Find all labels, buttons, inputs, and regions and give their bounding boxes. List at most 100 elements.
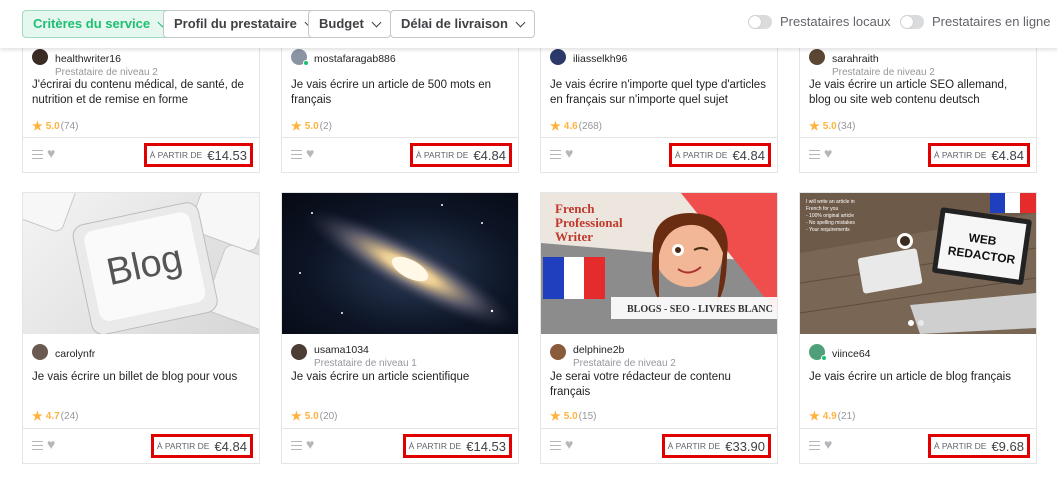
avatar[interactable] xyxy=(32,344,48,360)
avatar[interactable] xyxy=(550,49,566,65)
seller-profile-dropdown[interactable]: Profil du prestataire xyxy=(163,10,324,38)
menu-icon[interactable] xyxy=(550,441,561,450)
budget-label: Budget xyxy=(319,16,364,31)
price-prefix: À PARTIR DE xyxy=(156,441,210,451)
delivery-time-label: Délai de livraison xyxy=(401,16,508,31)
writer-text-line1: French xyxy=(555,201,595,216)
gig-card[interactable]: I will write an article in French for yo… xyxy=(799,192,1037,464)
gig-thumbnail[interactable]: I will write an article in French for yo… xyxy=(800,193,1036,334)
gig-card[interactable]: French Professional Writer BLOGS - SEO -… xyxy=(540,192,778,464)
avatar[interactable] xyxy=(809,344,827,361)
gig-card[interactable]: healthwriter16 Prestataire de niveau 2 J'… xyxy=(22,30,260,173)
heart-icon[interactable]: ♥ xyxy=(565,436,573,452)
seller-info: healthwriter16 Prestataire de niveau 2 xyxy=(32,49,158,79)
keyboard-image: Blog xyxy=(23,193,259,334)
review-count: (15) xyxy=(578,410,597,422)
seller-name[interactable]: viince64 xyxy=(832,348,871,360)
seller-name[interactable]: iliasselkh96 xyxy=(573,53,627,65)
writer-text-line3: Writer xyxy=(555,229,593,244)
rating-value: 5.0 xyxy=(304,410,319,422)
seller-level: Prestataire de niveau 2 xyxy=(573,358,676,369)
delivery-time-dropdown[interactable]: Délai de livraison xyxy=(390,10,535,38)
local-sellers-label: Prestataires locaux xyxy=(780,14,891,29)
gig-title[interactable]: Je vais écrire un article de blog frança… xyxy=(809,370,1029,385)
gig-card[interactable]: usama1034 Prestataire de niveau 1 Je vais… xyxy=(281,192,519,464)
seller-name[interactable]: healthwriter16 xyxy=(55,53,121,65)
gig-footer: ♥ À PARTIR DE €4.84 xyxy=(282,137,518,172)
heart-icon[interactable]: ♥ xyxy=(824,145,832,161)
gig-rating: ★ 4.6 (268) xyxy=(550,119,602,133)
gig-thumbnail[interactable] xyxy=(282,193,518,334)
gig-title[interactable]: Je serai votre rédacteur de contenu fran… xyxy=(550,370,770,400)
heart-icon[interactable]: ♥ xyxy=(306,145,314,161)
toggle-switch[interactable] xyxy=(900,14,924,29)
price-value: €14.53 xyxy=(207,147,247,163)
menu-icon[interactable] xyxy=(291,150,302,159)
heart-icon[interactable]: ♥ xyxy=(47,145,55,161)
price-value: €33.90 xyxy=(725,438,765,454)
seller-info: sarahraith Prestataire de niveau 2 xyxy=(809,49,935,79)
seller-name[interactable]: usama1034 xyxy=(314,344,369,356)
toggle-switch[interactable] xyxy=(748,14,772,29)
writer-image: French Professional Writer BLOGS - SEO -… xyxy=(541,193,777,334)
menu-icon[interactable] xyxy=(32,150,43,159)
avatar[interactable] xyxy=(550,344,566,360)
avatar[interactable] xyxy=(809,49,825,65)
gig-title[interactable]: Je vais écrire n'importe quel type d'art… xyxy=(550,78,770,108)
price-box[interactable]: À PARTIR DE €4.84 xyxy=(927,143,1030,167)
seller-info: usama1034 Prestataire de niveau 1 xyxy=(291,340,417,370)
menu-icon[interactable] xyxy=(809,150,820,159)
avatar[interactable] xyxy=(32,49,48,65)
avatar[interactable] xyxy=(291,344,307,360)
heart-icon[interactable]: ♥ xyxy=(306,436,314,452)
price-box[interactable]: À PARTIR DE €4.84 xyxy=(668,143,771,167)
price-box[interactable]: À PARTIR DE €14.53 xyxy=(143,143,253,167)
menu-icon[interactable] xyxy=(809,441,820,450)
heart-icon[interactable]: ♥ xyxy=(824,436,832,452)
carousel-dots[interactable] xyxy=(908,320,924,326)
price-value: €9.68 xyxy=(991,438,1024,454)
menu-icon[interactable] xyxy=(32,441,43,450)
service-criteria-dropdown[interactable]: Critères du service xyxy=(22,10,178,38)
menu-icon[interactable] xyxy=(550,150,561,159)
gig-title[interactable]: Je vais écrire un article scientifique xyxy=(291,370,511,385)
heart-icon[interactable]: ♥ xyxy=(47,436,55,452)
price-box[interactable]: À PARTIR DE €4.84 xyxy=(409,143,512,167)
gig-card[interactable]: Blog carolynfr Je vais écrire un billet … xyxy=(22,192,260,464)
svg-text:I will write an article in: I will write an article in xyxy=(806,199,855,205)
review-count: (268) xyxy=(578,120,603,132)
seller-name[interactable]: carolynfr xyxy=(55,348,95,360)
gig-title[interactable]: Je vais écrire un billet de blog pour vo… xyxy=(32,370,252,385)
price-box[interactable]: À PARTIR DE €9.68 xyxy=(927,434,1030,458)
gig-title[interactable]: Je vais écrire un article de 500 mots en… xyxy=(291,78,511,108)
gig-card[interactable]: sarahraith Prestataire de niveau 2 Je vai… xyxy=(799,30,1037,173)
star-icon: ★ xyxy=(809,409,820,423)
seller-name[interactable]: mostafaragab886 xyxy=(314,53,396,65)
gig-card[interactable]: mostafaragab886 Je vais écrire un articl… xyxy=(281,30,519,173)
carousel-dot-active[interactable] xyxy=(908,320,914,326)
filter-bar: Critères du service Profil du prestatair… xyxy=(0,0,1058,48)
carousel-dot[interactable] xyxy=(918,320,924,326)
seller-profile-label: Profil du prestataire xyxy=(174,16,297,31)
gig-card[interactable]: iliasselkh96 Je vais écrire n'importe qu… xyxy=(540,30,778,173)
gig-thumbnail[interactable]: Blog xyxy=(23,193,259,334)
gig-thumbnail[interactable]: French Professional Writer BLOGS - SEO -… xyxy=(541,193,777,334)
gig-title[interactable]: Je vais écrire un article SEO allemand, … xyxy=(809,78,1029,108)
price-box[interactable]: À PARTIR DE €4.84 xyxy=(150,434,253,458)
seller-name[interactable]: delphine2b xyxy=(573,344,624,356)
seller-name[interactable]: sarahraith xyxy=(832,53,879,65)
avatar[interactable] xyxy=(291,49,309,66)
heart-icon[interactable]: ♥ xyxy=(565,145,573,161)
menu-icon[interactable] xyxy=(291,441,302,450)
local-sellers-toggle[interactable]: Prestataires locaux xyxy=(748,14,891,29)
star-icon: ★ xyxy=(550,409,561,423)
budget-dropdown[interactable]: Budget xyxy=(308,10,391,38)
price-value: €14.53 xyxy=(466,438,506,454)
price-prefix: À PARTIR DE xyxy=(674,150,728,160)
online-sellers-toggle[interactable]: Prestataires en ligne xyxy=(900,14,1051,29)
gig-title[interactable]: J'écrirai du contenu médical, de santé, … xyxy=(32,78,252,108)
gig-footer: ♥ À PARTIR DE €14.53 xyxy=(282,428,518,463)
seller-info: mostafaragab886 xyxy=(291,49,396,67)
price-box[interactable]: À PARTIR DE €14.53 xyxy=(402,434,512,458)
price-box[interactable]: À PARTIR DE €33.90 xyxy=(661,434,771,458)
